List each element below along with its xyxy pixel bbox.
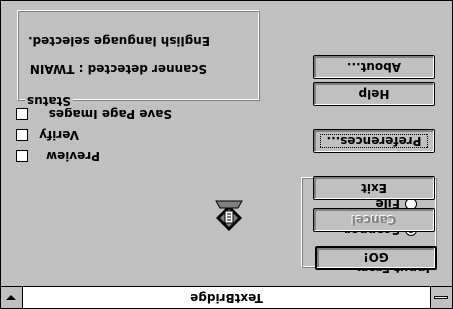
status-line-scanner: Scanner detected : TWAIN bbox=[29, 62, 207, 76]
cancel-button[interactable]: Cancel bbox=[313, 208, 435, 232]
exit-button-label: Exit bbox=[361, 181, 387, 195]
save-page-images-checkbox[interactable] bbox=[16, 108, 28, 120]
help-button-label: Help bbox=[358, 87, 390, 101]
preferences-button[interactable]: Preferences... bbox=[313, 129, 435, 153]
status-label: Status bbox=[25, 94, 73, 108]
system-menu-icon bbox=[434, 296, 448, 299]
title-bar: TextBridge bbox=[1, 286, 452, 308]
preview-checkbox-label[interactable]: Preview bbox=[46, 149, 100, 163]
preview-checkbox[interactable] bbox=[16, 150, 28, 162]
status-group: Status bbox=[18, 11, 260, 108]
verify-checkbox[interactable] bbox=[16, 129, 28, 141]
save-page-images-checkbox-label[interactable]: Save Page Images bbox=[49, 107, 172, 121]
window-title: TextBridge bbox=[190, 291, 263, 305]
go-button-label: GO! bbox=[363, 250, 389, 264]
help-button[interactable]: Help bbox=[313, 82, 435, 106]
exit-button[interactable]: Exit bbox=[313, 176, 435, 200]
go-button[interactable]: GO! bbox=[315, 246, 437, 270]
minimize-arrow-icon bbox=[6, 295, 16, 300]
textbridge-window: TextBridge Input From Scanner File Previ… bbox=[0, 0, 453, 309]
verify-checkbox-label[interactable]: Verify bbox=[39, 128, 79, 142]
system-menu-button[interactable] bbox=[430, 287, 452, 308]
status-line-language: English language selected. bbox=[28, 34, 210, 48]
about-button[interactable]: About... bbox=[313, 55, 435, 79]
cancel-button-label: Cancel bbox=[351, 213, 397, 227]
scanner-icon bbox=[214, 200, 244, 232]
minimize-button[interactable] bbox=[1, 287, 23, 308]
preferences-focus-ring bbox=[320, 134, 428, 148]
about-button-label: About... bbox=[346, 60, 402, 74]
